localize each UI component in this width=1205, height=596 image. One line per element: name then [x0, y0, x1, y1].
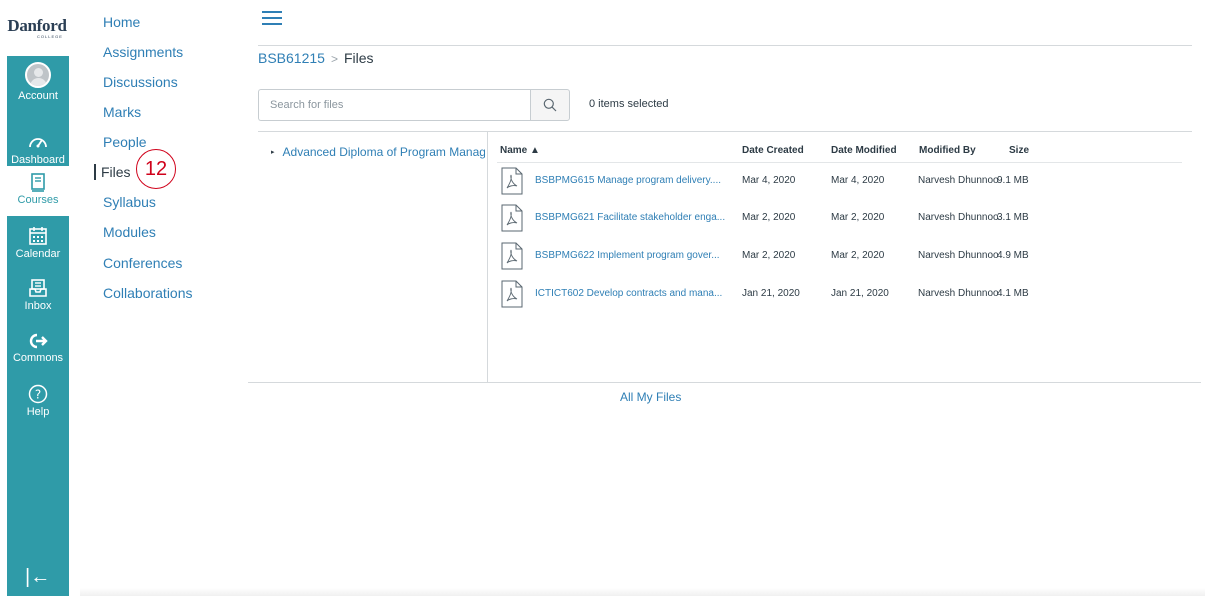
- pdf-file-icon: [501, 280, 523, 308]
- menu-toggle-icon[interactable]: [262, 11, 282, 25]
- course-nav-conferences[interactable]: Conferences: [96, 255, 182, 271]
- course-nav-discussions[interactable]: Discussions: [96, 74, 178, 90]
- nav-inbox[interactable]: Inbox: [7, 278, 69, 326]
- calendar-icon: [29, 227, 47, 245]
- collapse-nav-icon[interactable]: |←: [25, 566, 50, 589]
- commons-icon: [29, 333, 48, 349]
- modified-by: Narvesh Dhunnoo: [918, 250, 999, 261]
- annotation-badge: 12: [136, 149, 176, 189]
- file-size: 4.1 MB: [997, 288, 1029, 299]
- nav-commons-label: Commons: [12, 352, 64, 364]
- course-nav-files[interactable]: Files: [94, 164, 131, 180]
- course-nav-people[interactable]: People: [96, 134, 147, 150]
- date-created: Mar 4, 2020: [742, 175, 796, 186]
- global-nav-bar: Account Dashboard Courses Calendar Inbox…: [7, 56, 69, 596]
- nav-help[interactable]: ? Help: [7, 384, 69, 432]
- help-icon: ?: [28, 384, 48, 404]
- date-modified: Mar 4, 2020: [831, 175, 885, 186]
- column-header-date-created[interactable]: Date Created: [742, 145, 804, 156]
- search-icon: [543, 98, 557, 112]
- global-nav: Danford COLLEGE Account Dashboard Course…: [0, 0, 74, 596]
- table-row[interactable]: BSBPMG615 Manage program delivery.... Ma…: [497, 163, 1187, 201]
- folder-tree-item[interactable]: ▸ Advanced Diploma of Program Management: [271, 145, 485, 159]
- nav-courses[interactable]: Courses: [7, 166, 69, 216]
- college-logo[interactable]: Danford COLLEGE: [0, 0, 74, 56]
- file-name-link[interactable]: BSBPMG622 Implement program gover...: [535, 250, 720, 261]
- expand-caret-icon[interactable]: ▸: [271, 148, 275, 156]
- file-name-link[interactable]: ICTICT602 Develop contracts and mana...: [535, 288, 722, 299]
- breadcrumb-course[interactable]: BSB61215: [258, 50, 325, 66]
- dashboard-icon: [29, 138, 47, 148]
- search-input[interactable]: [258, 89, 530, 121]
- file-size: 4.9 MB: [997, 250, 1029, 261]
- file-size: 3.1 MB: [997, 212, 1029, 223]
- course-nav-collaborations[interactable]: Collaborations: [96, 285, 193, 301]
- inbox-icon: [29, 279, 47, 297]
- nav-courses-label: Courses: [17, 194, 59, 206]
- breadcrumb-separator: >: [330, 52, 338, 66]
- course-nav-syllabus[interactable]: Syllabus: [96, 194, 156, 210]
- nav-commons[interactable]: Commons: [7, 332, 69, 380]
- svg-text:?: ?: [35, 388, 41, 402]
- date-modified: Jan 21, 2020: [831, 288, 889, 299]
- course-nav-modules[interactable]: Modules: [96, 224, 156, 240]
- table-row[interactable]: BSBPMG622 Implement program gover... Mar…: [497, 238, 1187, 276]
- file-size: 9.1 MB: [997, 175, 1029, 186]
- nav-calendar-label: Calendar: [15, 248, 61, 260]
- pdf-file-icon: [501, 167, 523, 195]
- pdf-file-icon: [501, 204, 523, 232]
- nav-account[interactable]: Account: [7, 62, 69, 112]
- header-divider: [258, 45, 1192, 46]
- search-button[interactable]: [530, 89, 570, 121]
- pdf-file-icon: [501, 242, 523, 270]
- files-panel-divider: [487, 131, 488, 382]
- course-nav-assignments[interactable]: Assignments: [96, 44, 183, 60]
- column-header-name[interactable]: Name ▲: [500, 145, 540, 156]
- nav-help-label: Help: [26, 406, 50, 418]
- course-nav-marks[interactable]: Marks: [96, 104, 141, 120]
- date-created: Jan 21, 2020: [742, 288, 800, 299]
- date-modified: Mar 2, 2020: [831, 212, 885, 223]
- breadcrumb: BSB61215 > Files: [258, 50, 374, 66]
- nav-dashboard-label: Dashboard: [11, 154, 65, 166]
- modified-by: Narvesh Dhunnoo: [918, 288, 999, 299]
- file-name-link[interactable]: BSBPMG615 Manage program delivery....: [535, 175, 721, 186]
- avatar: [25, 62, 51, 88]
- table-row[interactable]: ICTICT602 Develop contracts and mana... …: [497, 276, 1187, 314]
- date-modified: Mar 2, 2020: [831, 250, 885, 261]
- nav-calendar[interactable]: Calendar: [7, 226, 69, 274]
- book-icon: [31, 173, 45, 192]
- date-created: Mar 2, 2020: [742, 212, 796, 223]
- selection-status: 0 items selected: [589, 98, 669, 110]
- course-nav-home[interactable]: Home: [96, 14, 140, 30]
- folder-name: Advanced Diploma of Program Management: [282, 145, 485, 159]
- breadcrumb-current: Files: [343, 50, 374, 66]
- all-my-files-link[interactable]: All My Files: [620, 390, 681, 404]
- file-name-link[interactable]: BSBPMG621 Facilitate stakeholder enga...: [535, 212, 725, 223]
- nav-account-label: Account: [18, 90, 58, 102]
- files-panel-top-border: [258, 131, 1192, 132]
- nav-inbox-label: Inbox: [24, 300, 52, 312]
- date-created: Mar 2, 2020: [742, 250, 796, 261]
- bottom-shadow: [80, 588, 1205, 596]
- column-header-size[interactable]: Size: [1009, 145, 1029, 156]
- column-header-date-modified[interactable]: Date Modified: [831, 145, 897, 156]
- modified-by: Narvesh Dhunnoo: [918, 175, 999, 186]
- modified-by: Narvesh Dhunnoo: [918, 212, 999, 223]
- logo-text: Danford: [7, 16, 67, 35]
- table-row[interactable]: BSBPMG621 Facilitate stakeholder enga...…: [497, 200, 1187, 238]
- logo-subtext: COLLEGE: [37, 34, 63, 39]
- column-header-modified-by[interactable]: Modified By: [919, 145, 976, 156]
- files-panel-bottom-border: [248, 382, 1201, 383]
